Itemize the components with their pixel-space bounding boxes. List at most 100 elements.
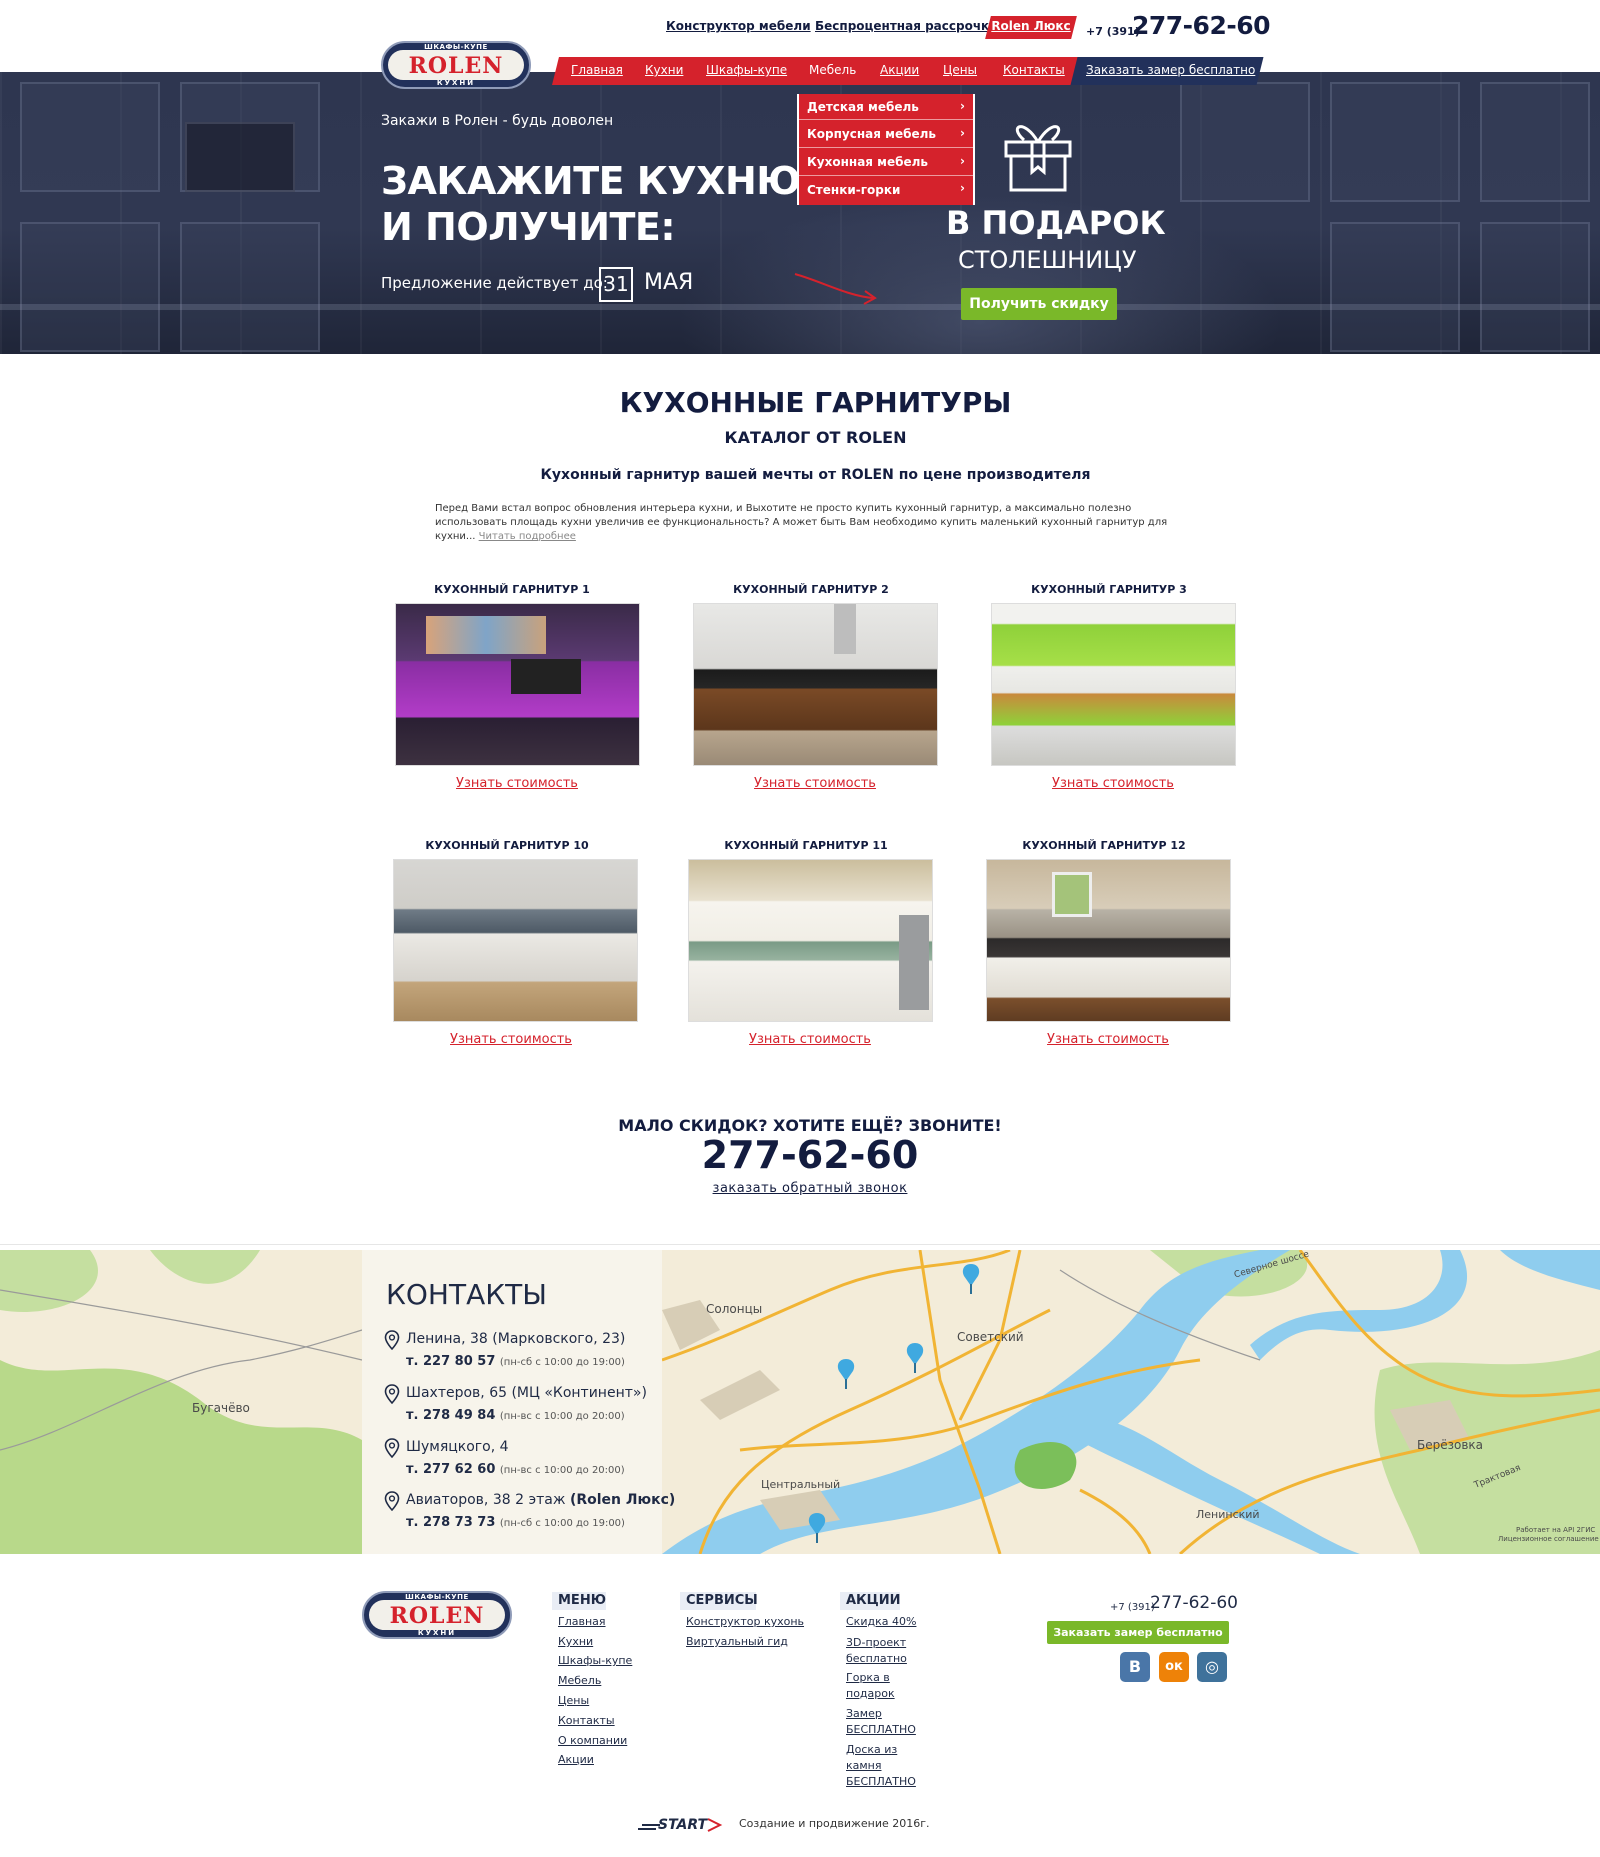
footer-link-about[interactable]: О компании (558, 1734, 627, 1747)
price-link[interactable]: Узнать стоимость (685, 1032, 935, 1047)
made-by-text: Создание и продвижение 2016г. (739, 1817, 930, 1830)
contact-phone[interactable]: т. 278 73 73 (пн-сб с 10:00 до 19:00) (406, 1515, 625, 1530)
get-discount-button[interactable]: Получить скидку (961, 288, 1117, 320)
contact-address: Шахтеров, 65 (МЦ «Континент») (406, 1385, 647, 1401)
contact-phone[interactable]: т. 227 80 57 (пн-сб с 10:00 до 19:00) (406, 1354, 625, 1369)
nav-prices[interactable]: Цены (943, 63, 977, 77)
footer-link-virtual-guide[interactable]: Виртуальный гид (686, 1635, 788, 1648)
installment-link[interactable]: Беспроцентная рассрочка (815, 19, 997, 33)
nav-furniture[interactable]: Мебель (809, 63, 856, 77)
contacts-map[interactable]: Бугачёво Солонцы Советский Центральный Б… (0, 1250, 1600, 1554)
price-link[interactable]: Узнать стоимость (988, 776, 1238, 791)
nav-measure-cta[interactable]: Заказать замер бесплатно (1086, 63, 1255, 77)
map-pin-icon[interactable] (904, 1341, 926, 1375)
footer-promo-measure[interactable]: Замер БЕСПЛАТНО (846, 1706, 916, 1738)
read-more-link[interactable]: Читать подробнее (479, 531, 576, 542)
footer-link-prices[interactable]: Цены (558, 1694, 589, 1707)
kitchen-photo[interactable] (393, 859, 638, 1022)
card-title: КУХОННЫЙ ГАРНИТУР 11 (724, 839, 888, 852)
kitchen-photo[interactable] (986, 859, 1231, 1022)
logo[interactable]: ШКАФЫ-КУПЕ ROLEN КУХНИ (381, 41, 531, 89)
location-pin-icon (384, 1491, 400, 1511)
contact-phone[interactable]: т. 277 62 60 (пн-вс с 10:00 до 20:00) (406, 1462, 625, 1477)
header-phone[interactable]: 277-62-60 (1132, 11, 1271, 40)
price-link[interactable]: Узнать стоимость (392, 776, 642, 791)
footer-phone-prefix: +7 (391) (1110, 1602, 1155, 1613)
footer-link-furniture[interactable]: Мебель (558, 1674, 601, 1687)
vk-icon[interactable]: В (1120, 1652, 1150, 1682)
start-studio-logo[interactable]: START (636, 1815, 724, 1835)
arrow-icon (794, 273, 877, 305)
dropdown-item-cabinet[interactable]: Корпусная мебель (807, 127, 936, 141)
gift-subtitle: СТОЛЕШНИЦУ (958, 246, 1137, 274)
map-label: Бугачёво (192, 1401, 250, 1415)
map-pin-icon[interactable] (835, 1357, 857, 1391)
map-attribution[interactable]: Работает на API 2ГИС (1516, 1526, 1595, 1534)
chevron-right-icon: › (960, 126, 965, 140)
card-title: КУХОННЫЙ ГАРНИТУР 3 (1031, 583, 1187, 596)
footer-menu-title: МЕНЮ (558, 1593, 606, 1608)
footer-promo-gorka[interactable]: Горка в подарок (846, 1670, 895, 1702)
chevron-right-icon: › (960, 154, 965, 168)
footer-link-home[interactable]: Главная (558, 1615, 606, 1628)
footer-promo-3d[interactable]: 3D-проект бесплатно (846, 1635, 907, 1667)
gift-icon (1004, 125, 1072, 192)
dropdown-item-kitchen[interactable]: Кухонная мебель (807, 155, 928, 169)
footer-link-contacts[interactable]: Контакты (558, 1714, 615, 1727)
catalog-subtitle: КАТАЛОГ ОТ ROLEN (724, 428, 907, 447)
contacts-title: КОНТАКТЫ (386, 1278, 547, 1311)
price-link[interactable]: Узнать стоимость (983, 1032, 1233, 1047)
kitchen-photo[interactable] (693, 603, 938, 766)
footer-link-promo[interactable]: Акции (558, 1753, 594, 1766)
location-pin-icon (384, 1438, 400, 1458)
kitchen-photo[interactable] (991, 603, 1236, 766)
footer-promo-discount[interactable]: Скидка 40% (846, 1615, 916, 1628)
offer-day: 31 (599, 267, 633, 302)
divider (0, 1244, 1600, 1245)
dropdown-item-walls[interactable]: Стенки-горки (807, 183, 900, 197)
catalog-title: КУХОННЫЕ ГАРНИТУРЫ (619, 386, 1012, 419)
map-label: Берёзовка (1417, 1438, 1484, 1452)
callback-link[interactable]: заказать обратный звонок (0, 1181, 1600, 1196)
location-pin-icon (384, 1384, 400, 1404)
nav-promo[interactable]: Акции (880, 63, 919, 77)
footer-promo-stone[interactable]: Доска из камня БЕСПЛАТНО (846, 1742, 916, 1790)
nav-kitchens[interactable]: Кухни (645, 63, 683, 77)
instagram-icon[interactable]: ◎ (1197, 1652, 1227, 1682)
footer-promo-title: АКЦИИ (846, 1593, 901, 1608)
kitchen-photo[interactable] (688, 859, 933, 1022)
catalog-intro: Перед Вами встал вопрос обновления интер… (435, 503, 1168, 542)
kitchen-photo[interactable] (395, 603, 640, 766)
footer-phone[interactable]: 277-62-60 (1150, 1593, 1238, 1613)
dropdown-item-kids[interactable]: Детская мебель (807, 100, 919, 114)
price-link[interactable]: Узнать стоимость (690, 776, 940, 791)
price-link[interactable]: Узнать стоимость (386, 1032, 636, 1047)
contact-address: Ленина, 38 (Марковского, 23) (406, 1331, 626, 1347)
hero-tagline: Закажи в Ролен - будь доволен (381, 113, 614, 129)
footer-link-wardrobes[interactable]: Шкафы-купе (558, 1654, 632, 1667)
map-pin-icon[interactable] (806, 1511, 828, 1545)
contact-address: Авиаторов, 38 2 этаж (Rolen Люкс) (406, 1492, 676, 1508)
nav-home[interactable]: Главная (571, 63, 623, 77)
footer-logo[interactable]: ШКАФЫ-КУПЕ ROLEN КУХНИ (362, 1591, 512, 1639)
cta-phone[interactable]: 277-62-60 (0, 1133, 1600, 1177)
catalog-tagline: Кухонный гарнитур вашей мечты от ROLEN п… (540, 467, 1091, 483)
chevron-right-icon: › (960, 181, 965, 195)
footer-measure-button[interactable]: Заказать замер бесплатно (1047, 1621, 1229, 1644)
location-pin-icon (384, 1330, 400, 1350)
furniture-dropdown: Детская мебель › Корпусная мебель › Кухонн… (797, 94, 975, 205)
odnoklassniki-icon[interactable]: ок (1159, 1652, 1189, 1682)
offer-label: Предложение действует до: (381, 274, 608, 292)
chevron-right-icon: › (960, 99, 965, 113)
map-pin-icon[interactable] (960, 1262, 982, 1296)
nav-contacts[interactable]: Контакты (1003, 63, 1065, 77)
card-title: КУХОННЫЙ ГАРНИТУР 2 (733, 583, 889, 596)
luxe-link[interactable]: Rolen Люкс (988, 19, 1074, 33)
contact-phone[interactable]: т. 278 49 84 (пн-вс с 10:00 до 20:00) (406, 1408, 625, 1423)
hero-headline: ЗАКАЖИТЕ КУХНЮ И ПОЛУЧИТЕ: (381, 159, 801, 249)
map-license[interactable]: Лицензионное соглашение (1498, 1535, 1599, 1543)
constructor-link[interactable]: Конструктор мебели (666, 19, 811, 33)
footer-link-kitchen-constructor[interactable]: Конструктор кухонь (686, 1615, 804, 1628)
footer-link-kitchens[interactable]: Кухни (558, 1635, 593, 1648)
nav-wardrobes[interactable]: Шкафы-купе (706, 63, 787, 77)
